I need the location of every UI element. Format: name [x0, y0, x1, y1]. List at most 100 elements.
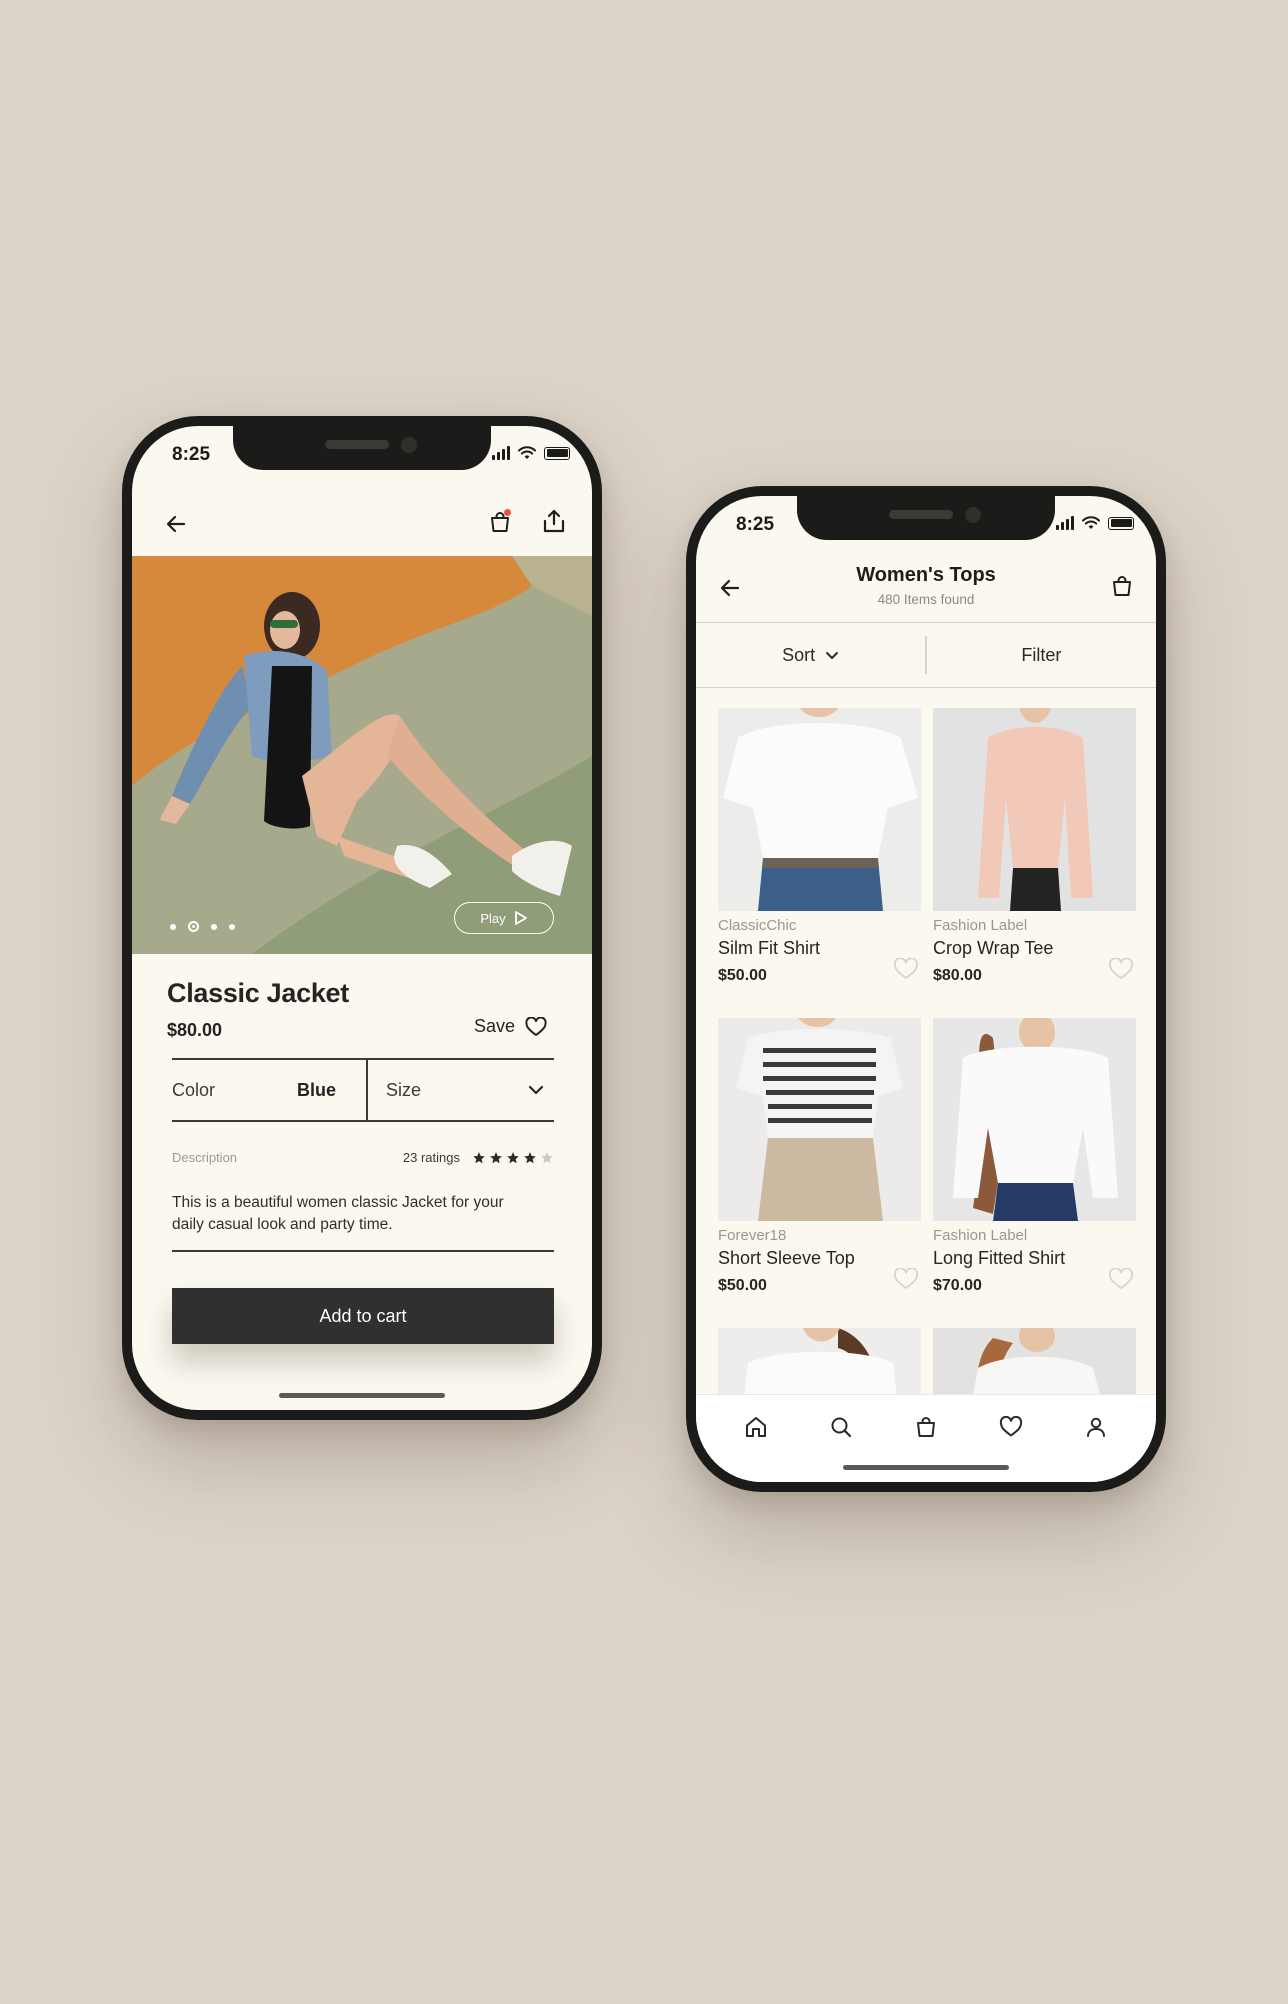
- bag-icon: [1113, 576, 1131, 596]
- product-card[interactable]: ClassicChic Silm Fit Shirt $50.00: [718, 708, 921, 994]
- product-price: $50.00: [718, 1277, 767, 1294]
- items-found-count: 480 Items found: [877, 592, 975, 607]
- device-notch: [797, 496, 1055, 540]
- share-button[interactable]: [538, 504, 570, 538]
- phone-category-list: 8:25 Women's Tops 480 Items found Sort F…: [686, 486, 1166, 1492]
- heart-outline-icon[interactable]: [893, 958, 919, 980]
- page-title: Women's Tops: [856, 564, 996, 586]
- play-label: Play: [480, 910, 506, 926]
- carousel-dot[interactable]: [170, 923, 176, 930]
- battery-icon: [1108, 516, 1134, 530]
- product-brand: Fashion Label: [933, 1227, 1028, 1244]
- home-indicator: [279, 1393, 445, 1398]
- save-label: Save: [473, 1016, 515, 1036]
- product-description: This is a beautiful women classic Jacket…: [172, 1194, 504, 1233]
- color-label: Color: [172, 1079, 216, 1100]
- status-time: 8:25: [736, 514, 775, 535]
- share-icon: [543, 509, 565, 533]
- battery-icon: [544, 446, 570, 460]
- wifi-icon: [1082, 516, 1100, 529]
- phone-product-detail: 8:25 Play Classic Jacket $80.00 Save Col…: [122, 416, 602, 1420]
- product-detail-screen: 8:25 Play Classic Jacket $80.00 Save Col…: [132, 426, 592, 1410]
- product-image-carousel[interactable]: Play: [132, 556, 592, 954]
- star-filled-icon: [490, 1151, 502, 1163]
- ratings[interactable]: 23 ratings: [403, 1150, 554, 1165]
- product-name: Long Fitted Shirt: [933, 1248, 1066, 1268]
- category-header: Women's Tops 480 Items found: [696, 556, 1156, 618]
- play-video-button[interactable]: Play: [454, 902, 554, 934]
- heart-icon: [999, 1416, 1022, 1437]
- search-icon: [831, 1417, 852, 1438]
- star-filled-icon: [473, 1151, 485, 1163]
- product-card[interactable]: Fashion Label Crop Wrap Tee $80.00: [933, 708, 1136, 994]
- wifi-icon: [518, 446, 536, 459]
- carousel-dot[interactable]: [211, 923, 217, 930]
- signal-icon: [1056, 516, 1074, 530]
- arrow-left-icon: [166, 515, 186, 533]
- play-icon: [514, 911, 527, 925]
- home-indicator: [843, 1465, 1009, 1470]
- product-name: Crop Wrap Tee: [933, 938, 1054, 958]
- product-name: Short Sleeve Top: [718, 1248, 855, 1268]
- product-brand: Forever18: [718, 1227, 787, 1244]
- filter-button[interactable]: Filter: [927, 623, 1156, 687]
- product-photo: [132, 556, 592, 954]
- product-grid: ClassicChic Silm Fit Shirt $50.00 Fashio…: [718, 708, 1136, 1304]
- save-button[interactable]: Save: [474, 1016, 547, 1037]
- product-price: $80.00: [167, 1020, 223, 1040]
- sort-filter-bar: Sort Filter: [696, 622, 1156, 688]
- product-card[interactable]: Fashion Label Long Fitted Shirt $70.00: [933, 1018, 1136, 1304]
- back-button[interactable]: [160, 508, 192, 540]
- product-image: [933, 708, 1136, 911]
- heart-icon: [525, 1016, 547, 1036]
- device-notch: [233, 426, 491, 470]
- sort-button[interactable]: Sort: [696, 623, 925, 687]
- product-price: $50.00: [718, 967, 767, 984]
- description-header: Description 23 ratings: [172, 1150, 554, 1165]
- carousel-dot-active[interactable]: [188, 921, 199, 932]
- bag-icon: [916, 1417, 935, 1437]
- product-title: Classic Jacket: [167, 978, 349, 1008]
- add-to-cart-button[interactable]: Add to cart: [172, 1288, 554, 1344]
- chevron-down-icon: [528, 1085, 544, 1095]
- product-image: [933, 1018, 1136, 1221]
- tab-cart[interactable]: [906, 1409, 946, 1445]
- tab-home[interactable]: [736, 1409, 776, 1445]
- tab-profile[interactable]: [1076, 1409, 1116, 1445]
- color-value: Blue: [296, 1079, 336, 1100]
- sort-label: Sort: [782, 644, 816, 665]
- product-top-bar: [132, 494, 592, 554]
- product-brand: ClassicChic: [718, 917, 797, 934]
- product-price: $80.00: [933, 967, 982, 984]
- star-rating: [472, 1151, 554, 1165]
- product-card[interactable]: Forever18 Short Sleeve Top $50.00: [718, 1018, 921, 1304]
- tab-favorites[interactable]: [991, 1409, 1031, 1445]
- filter-label: Filter: [1021, 644, 1062, 665]
- category-list-screen: 8:25 Women's Tops 480 Items found Sort F…: [696, 496, 1156, 1482]
- home-icon: [746, 1417, 767, 1437]
- size-selector[interactable]: Size: [368, 1060, 554, 1120]
- star-filled-icon: [524, 1151, 536, 1163]
- description-label: Description: [172, 1150, 238, 1165]
- user-icon: [1086, 1417, 1105, 1437]
- heart-outline-icon[interactable]: [1108, 958, 1134, 980]
- divider: [172, 1250, 554, 1252]
- product-brand: Fashion Label: [933, 917, 1028, 934]
- cart-badge-dot: [504, 509, 511, 516]
- carousel-dots: [170, 921, 235, 932]
- cart-button[interactable]: [484, 506, 516, 538]
- cart-button[interactable]: [1106, 570, 1138, 602]
- product-price: $70.00: [933, 1277, 982, 1294]
- star-filled-icon: [507, 1151, 519, 1163]
- heart-outline-icon[interactable]: [1108, 1268, 1134, 1290]
- tab-search[interactable]: [821, 1409, 861, 1445]
- size-label: Size: [386, 1079, 422, 1100]
- heart-outline-icon[interactable]: [893, 1268, 919, 1290]
- product-options: Color Blue Size: [172, 1058, 554, 1122]
- status-time: 8:25: [172, 444, 211, 465]
- signal-icon: [492, 446, 510, 460]
- color-selector[interactable]: Color Blue: [172, 1060, 368, 1120]
- chevron-down-icon: [826, 651, 839, 659]
- carousel-dot[interactable]: [229, 923, 235, 930]
- product-image: [718, 1018, 921, 1221]
